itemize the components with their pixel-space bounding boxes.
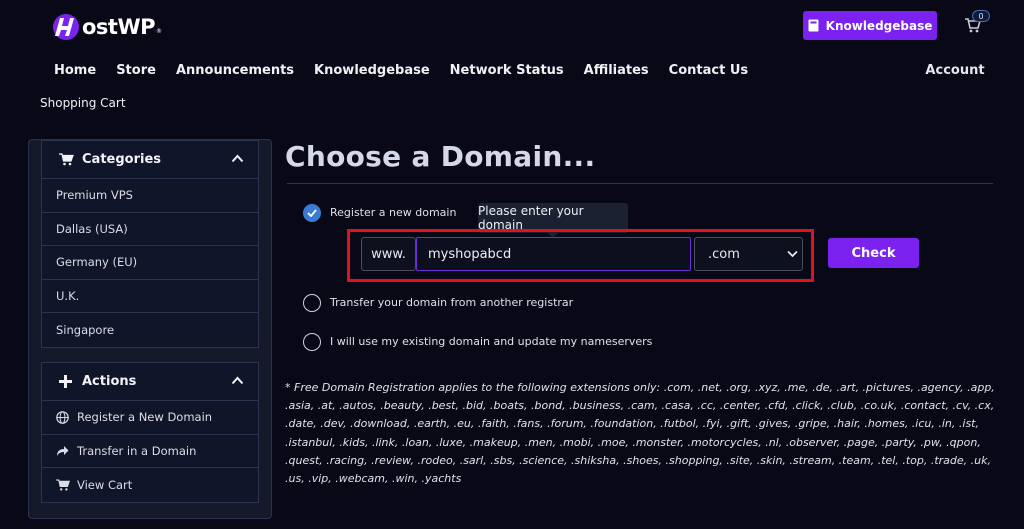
sidebar-item-germany-eu[interactable]: Germany (EU) — [42, 246, 258, 280]
nav-knowledgebase[interactable]: Knowledgebase — [304, 58, 440, 84]
transfer-domain-label[interactable]: Transfer your domain from another regist… — [330, 296, 573, 309]
tld-select[interactable]: .com — [694, 237, 803, 271]
sidebar-item-premium-vps[interactable]: Premium VPS — [42, 179, 258, 213]
globe-icon — [56, 410, 70, 424]
register-domain-label[interactable]: Register a new domain — [330, 206, 456, 219]
chevron-down-icon — [787, 250, 798, 258]
categories-title: Categories — [82, 152, 162, 167]
nav-account[interactable]: Account — [920, 58, 990, 84]
logo-registered-mark: ® — [156, 27, 163, 35]
cart-icon — [56, 479, 70, 491]
chevron-up-icon[interactable] — [231, 154, 244, 163]
cart-icon — [59, 153, 75, 166]
nav-contact-us[interactable]: Contact Us — [659, 58, 758, 84]
cart-count-badge: 0 — [972, 10, 990, 22]
page-title: Choose a Domain... — [285, 140, 596, 173]
knowledgebase-button[interactable]: Knowledgebase — [803, 11, 937, 40]
free-domain-note: * Free Domain Registration applies to th… — [285, 381, 995, 486]
title-divider — [287, 183, 993, 184]
nav-network-status[interactable]: Network Status — [440, 58, 574, 84]
sidebar-item-transfer-domain[interactable]: Transfer in a Domain — [42, 435, 258, 469]
actions-header[interactable]: Actions — [42, 363, 258, 401]
transfer-domain-radio[interactable] — [303, 294, 321, 312]
main-nav: Home Store Announcements Knowledgebase N… — [44, 58, 758, 84]
sidebar: Categories Premium VPS Dallas (USA) Germ… — [28, 139, 272, 519]
www-prefix: www. — [361, 237, 416, 271]
logo-text: ostWP — [82, 15, 156, 39]
sidebar-item-label: Premium VPS — [56, 188, 133, 203]
sidebar-item-label: U.K. — [56, 289, 80, 304]
sidebar-item-label: Dallas (USA) — [56, 221, 128, 236]
sidebar-item-label: View Cart — [77, 477, 133, 492]
nav-affiliates[interactable]: Affiliates — [574, 58, 659, 84]
categories-header[interactable]: Categories — [42, 141, 258, 179]
nav-home[interactable]: Home — [44, 58, 106, 84]
knowledgebase-button-label: Knowledgebase — [825, 18, 933, 33]
domain-input[interactable] — [416, 237, 691, 271]
nav-store[interactable]: Store — [106, 58, 166, 84]
sidebar-item-view-cart[interactable]: View Cart — [42, 468, 258, 502]
sidebar-item-label: Singapore — [56, 323, 115, 338]
categories-panel: Categories Premium VPS Dallas (USA) Germ… — [41, 140, 259, 348]
sidebar-item-label: Transfer in a Domain — [77, 443, 197, 458]
sidebar-item-label: Germany (EU) — [56, 255, 138, 270]
existing-domain-radio[interactable] — [303, 333, 321, 351]
header-cart[interactable]: 0 — [963, 10, 993, 36]
chevron-up-icon[interactable] — [231, 376, 244, 385]
sidebar-item-dallas-usa[interactable]: Dallas (USA) — [42, 213, 258, 247]
tld-selected-value: .com — [708, 246, 740, 262]
register-domain-radio[interactable] — [303, 204, 321, 222]
breadcrumb: Shopping Cart — [40, 96, 126, 110]
logo-mark-icon — [53, 14, 79, 40]
sidebar-item-register-domain[interactable]: Register a New Domain — [42, 401, 258, 435]
sidebar-item-singapore[interactable]: Singapore — [42, 313, 258, 347]
actions-panel: Actions Register a New Domain Transfer i… — [41, 362, 259, 503]
check-button[interactable]: Check — [828, 238, 919, 268]
hostwp-logo[interactable]: ostWP ® — [52, 10, 162, 44]
plus-icon — [59, 375, 75, 388]
share-icon — [56, 445, 70, 457]
sidebar-item-label: Register a New Domain — [77, 410, 213, 425]
existing-domain-label[interactable]: I will use my existing domain and update… — [330, 335, 652, 348]
actions-title: Actions — [82, 374, 137, 389]
nav-announcements[interactable]: Announcements — [166, 58, 304, 84]
sidebar-item-uk[interactable]: U.K. — [42, 280, 258, 314]
book-icon — [808, 19, 819, 32]
checkmark-icon — [307, 209, 317, 217]
